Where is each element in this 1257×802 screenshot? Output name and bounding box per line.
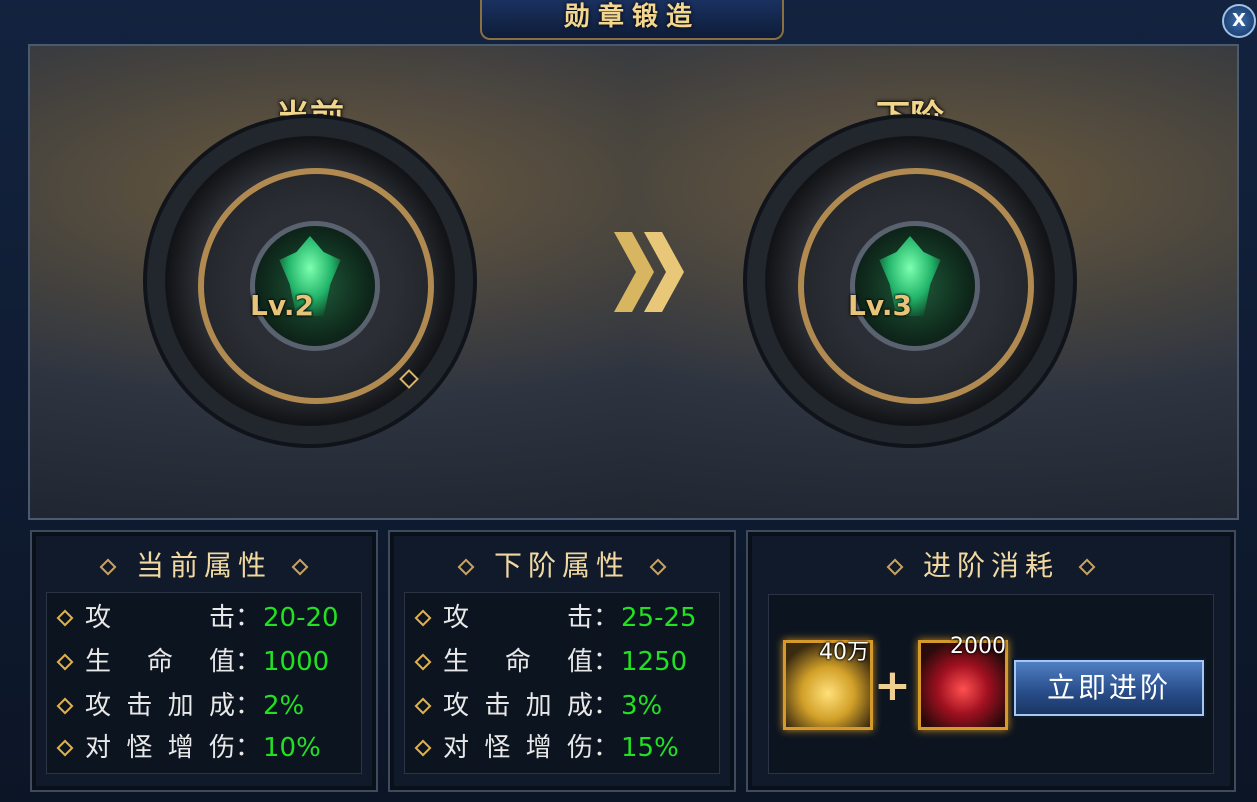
current-medal: 当前 Lv.2 xyxy=(30,46,590,518)
current-attributes-panel: 当前属性 攻击：20-20 生命值：1000 攻击加成：2% 对怪增伤：10% xyxy=(30,530,378,792)
current-level: Lv.2 xyxy=(250,289,314,322)
attribute-row: 攻击：25-25 xyxy=(413,597,697,637)
close-button[interactable]: X xyxy=(1222,4,1256,38)
attribute-key: 攻击加成 xyxy=(443,690,593,721)
attribute-value: 10% xyxy=(263,732,321,763)
attribute-row: 对怪增伤：10% xyxy=(55,727,321,767)
gem-cost-quantity: 2000 xyxy=(950,634,1006,659)
attribute-key: 攻击 xyxy=(443,602,593,633)
diamond-deco-icon xyxy=(649,558,667,576)
diamond-deco-icon xyxy=(291,558,309,576)
next-attributes-panel: 下阶属性 攻击：25-25 生命值：1250 攻击加成：3% 对怪增伤：15% xyxy=(388,530,736,792)
bullet-diamond-icon xyxy=(56,697,74,714)
medal-display-area: 当前 Lv.2 下阶 Lv.3 xyxy=(28,44,1239,520)
bullet-diamond-icon xyxy=(414,739,432,756)
panel-title: 下阶属性 xyxy=(390,544,734,584)
attribute-value: 3% xyxy=(621,690,663,721)
window-title: 勋章锻造 xyxy=(563,2,700,32)
bullet-diamond-icon xyxy=(56,739,74,756)
attribute-key: 攻击加成 xyxy=(85,690,235,721)
plus-icon: + xyxy=(874,660,911,711)
diamond-deco-icon xyxy=(99,558,117,576)
attribute-value: 20-20 xyxy=(263,602,339,633)
attribute-row: 对怪增伤：15% xyxy=(413,727,679,767)
diamond-deco-icon xyxy=(886,558,904,576)
bullet-diamond-icon xyxy=(414,609,432,626)
diamond-deco-icon xyxy=(457,558,475,576)
bullet-diamond-icon xyxy=(414,653,432,670)
attribute-row: 攻击加成：3% xyxy=(413,685,662,725)
attribute-value: 1250 xyxy=(621,646,688,677)
next-attributes-title: 下阶属性 xyxy=(493,549,630,582)
attribute-value: 25-25 xyxy=(621,602,697,633)
current-heading: 当前 xyxy=(276,98,344,138)
next-medal: 下阶 Lv.3 xyxy=(630,46,1190,518)
attribute-row: 攻击：20-20 xyxy=(55,597,339,637)
next-heading: 下阶 xyxy=(876,98,944,138)
attribute-key: 生命值 xyxy=(85,646,235,677)
attribute-value: 1000 xyxy=(263,646,330,677)
attribute-key: 生命值 xyxy=(443,646,593,677)
panel-title: 进阶消耗 xyxy=(748,544,1234,584)
diamond-deco-icon xyxy=(1078,558,1096,576)
attribute-list: 攻击：25-25 生命值：1250 攻击加成：3% 对怪增伤：15% xyxy=(404,592,720,774)
attribute-key: 攻击 xyxy=(85,602,235,633)
attribute-value: 15% xyxy=(621,732,679,763)
bullet-diamond-icon xyxy=(56,609,74,626)
bullet-diamond-icon xyxy=(56,653,74,670)
attribute-key: 对怪增伤 xyxy=(85,732,235,763)
attribute-list: 攻击：20-20 生命值：1000 攻击加成：2% 对怪增伤：10% xyxy=(46,592,362,774)
bullet-diamond-icon xyxy=(414,697,432,714)
attribute-key: 对怪增伤 xyxy=(443,732,593,763)
current-attributes-title: 当前属性 xyxy=(135,549,272,582)
advance-now-button[interactable]: 立即进阶 xyxy=(1014,660,1204,716)
panel-title: 当前属性 xyxy=(32,544,376,584)
forge-window: 勋章锻造 X 当前 Lv.2 下阶 Lv.3 当前属性 攻击：20-20 生命值… xyxy=(0,0,1257,802)
cost-title: 进阶消耗 xyxy=(922,549,1059,582)
attribute-row: 生命值：1000 xyxy=(55,641,329,681)
title-bar: 勋章锻造 xyxy=(480,0,784,40)
attribute-row: 攻击加成：2% xyxy=(55,685,304,725)
attribute-row: 生命值：1250 xyxy=(413,641,687,681)
next-level: Lv.3 xyxy=(848,289,912,322)
attribute-value: 2% xyxy=(263,690,305,721)
